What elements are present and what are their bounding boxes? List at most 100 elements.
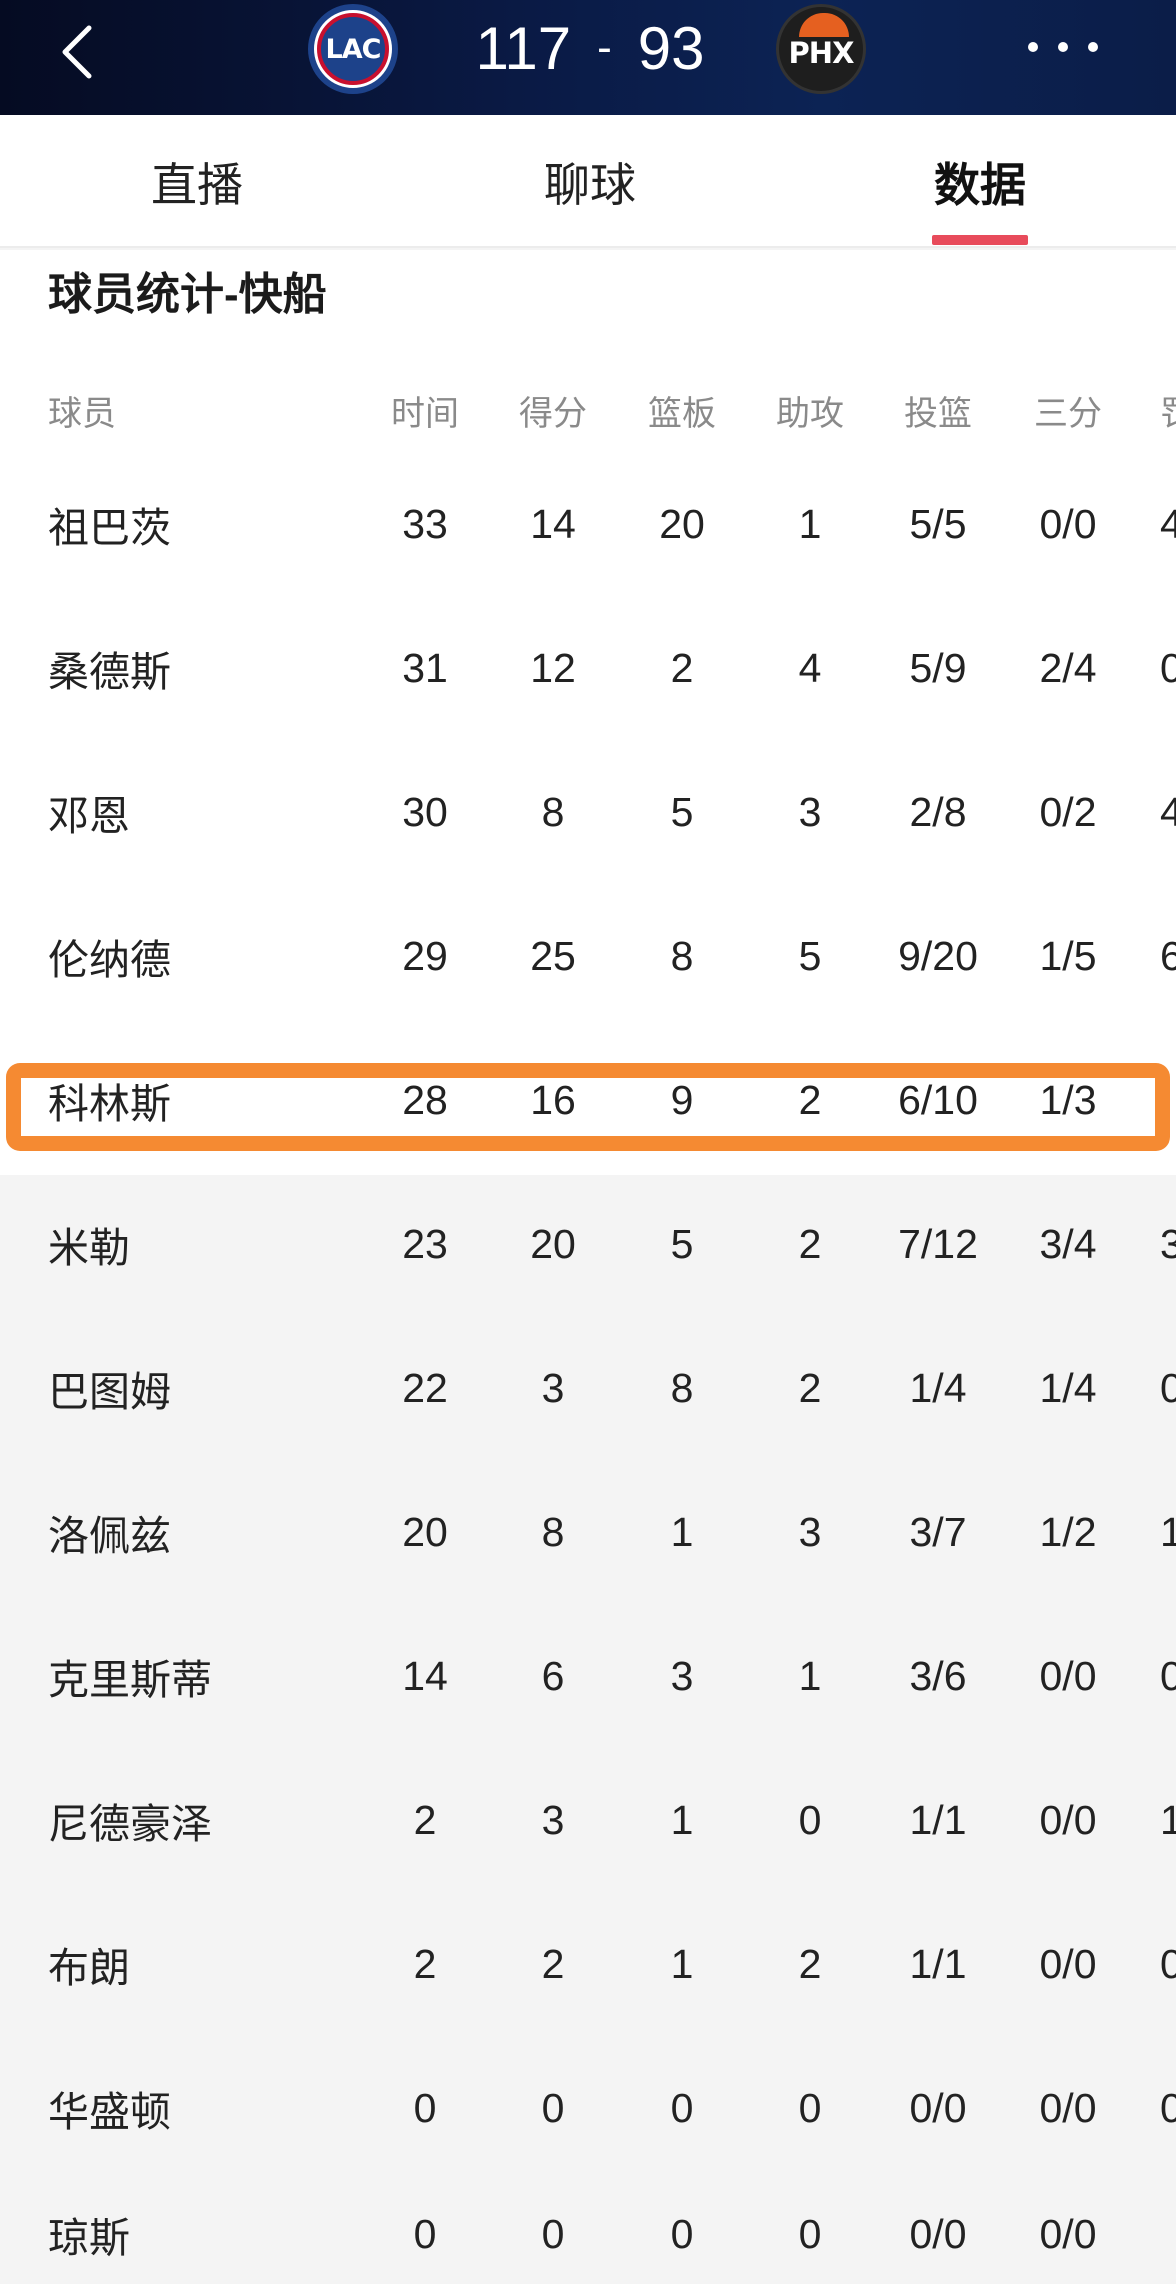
stat-points: 8: [541, 1508, 565, 1555]
player-name[interactable]: 巴图姆: [48, 1338, 171, 1438]
player-name[interactable]: 布朗: [48, 1914, 130, 2014]
player-name[interactable]: 尼德豪泽: [48, 1770, 212, 1870]
stat-three-pointers: 1/3: [1039, 1076, 1097, 1123]
stat-points: 25: [530, 932, 576, 979]
sun-icon: [799, 13, 849, 37]
player-name[interactable]: 邓恩: [48, 762, 130, 862]
stat-field-goals: 1/4: [909, 1364, 967, 1411]
more-button[interactable]: [1028, 32, 1098, 62]
table-row[interactable]: 克里斯蒂 14 6 3 1 3/6 0/0 0: [0, 1626, 1176, 1726]
column-header: 球员: [48, 394, 116, 433]
stat-rebounds: 1: [670, 1940, 694, 1987]
stat-points: 6: [541, 1652, 565, 1699]
player-name[interactable]: 祖巴茨: [48, 474, 171, 574]
stat-free-throws: 4: [1160, 788, 1176, 835]
stat-three-pointers: 2/4: [1039, 644, 1097, 691]
stat-field-goals: 9/20: [898, 932, 978, 979]
stat-three-pointers: 0/0: [1039, 1652, 1097, 1699]
stat-assists: 0: [798, 2210, 822, 2257]
stat-points: 12: [530, 644, 576, 691]
stat-three-pointers: 0/0: [1039, 500, 1097, 547]
stat-assists: 0: [798, 1796, 822, 1843]
stat-rebounds: 9: [670, 1076, 694, 1123]
stat-rebounds: 8: [670, 1364, 694, 1411]
stat-minutes: 29: [402, 932, 448, 979]
stat-minutes: 33: [402, 500, 448, 547]
stat-three-pointers: 1/2: [1039, 1508, 1097, 1555]
stat-points: 14: [530, 500, 576, 547]
stat-minutes: 2: [413, 1796, 437, 1843]
table-row[interactable]: 华盛顿 0 0 0 0 0/0 0/0 0: [0, 2058, 1176, 2158]
stat-minutes: 0: [413, 2084, 437, 2131]
stat-points: 16: [530, 1076, 576, 1123]
stat-minutes: 2: [413, 1940, 437, 1987]
stat-field-goals: 1/1: [909, 1796, 967, 1843]
stat-minutes: 22: [402, 1364, 448, 1411]
stat-three-pointers: 1/5: [1039, 932, 1097, 979]
table-row[interactable]: 洛佩兹 20 8 1 3 3/7 1/2 1: [0, 1482, 1176, 1582]
section-title: 球员统计-快船: [48, 270, 327, 319]
stat-points: 2: [541, 1940, 565, 1987]
stat-points: 20: [530, 1220, 576, 1267]
home-team-logo[interactable]: LAC: [308, 4, 398, 94]
player-name[interactable]: 桑德斯: [48, 618, 171, 718]
column-header[interactable]: 时间: [375, 360, 475, 460]
stat-points: 8: [541, 788, 565, 835]
column-header[interactable]: 罚: [1160, 360, 1176, 460]
column-header[interactable]: 得分: [503, 360, 603, 460]
column-header[interactable]: 三分: [1018, 360, 1118, 460]
table-row[interactable]: 尼德豪泽 2 3 1 0 1/1 0/0 1: [0, 1770, 1176, 1870]
player-name[interactable]: 伦纳德: [48, 906, 171, 1006]
table-row[interactable]: 邓恩 30 8 5 3 2/8 0/2 4: [0, 762, 1176, 862]
stat-rebounds: 0: [670, 2084, 694, 2131]
stat-minutes: 14: [402, 1652, 448, 1699]
stat-rebounds: 3: [670, 1652, 694, 1699]
stat-rebounds: 2: [670, 644, 694, 691]
player-name[interactable]: 米勒: [48, 1194, 130, 1294]
player-name[interactable]: 洛佩兹: [48, 1482, 171, 1582]
player-name[interactable]: 华盛顿: [48, 2058, 171, 2158]
stat-rebounds: 5: [670, 1220, 694, 1267]
stat-points: 3: [541, 1796, 565, 1843]
table-row-highlighted[interactable]: 科林斯 28 16 9 2 6/10 1/3: [0, 1050, 1176, 1150]
column-header[interactable]: 助攻: [760, 360, 860, 460]
tab-stats[interactable]: 数据: [900, 115, 1060, 248]
tab-live[interactable]: 直播: [117, 115, 277, 248]
stat-field-goals: 5/5: [909, 500, 967, 547]
table-row[interactable]: 巴图姆 22 3 8 2 1/4 1/4 0: [0, 1338, 1176, 1438]
stat-points: 0: [541, 2084, 565, 2131]
player-name[interactable]: 琼斯: [48, 2184, 130, 2284]
player-name[interactable]: 科林斯: [48, 1050, 171, 1150]
more-dots-icon: [1058, 42, 1068, 52]
stat-minutes: 28: [402, 1076, 448, 1123]
back-button[interactable]: [52, 22, 102, 82]
table-row[interactable]: 布朗 2 2 1 2 1/1 0/0 0: [0, 1914, 1176, 2014]
stat-three-pointers: 1/4: [1039, 1364, 1097, 1411]
column-header[interactable]: 投篮: [878, 360, 998, 460]
stat-assists: 2: [798, 1364, 822, 1411]
stat-points: 3: [541, 1364, 565, 1411]
table-row[interactable]: 米勒 23 20 5 2 7/12 3/4 3: [0, 1194, 1176, 1294]
stat-minutes: 0: [413, 2210, 437, 2257]
player-name[interactable]: 克里斯蒂: [48, 1626, 212, 1726]
tab-chat[interactable]: 聊球: [510, 115, 670, 248]
table-row[interactable]: 琼斯 0 0 0 0 0/0 0/0: [0, 2184, 1176, 2284]
stat-free-throws: 0: [1160, 2084, 1176, 2131]
column-header[interactable]: 篮板: [632, 360, 732, 460]
stat-assists: 3: [798, 1508, 822, 1555]
score-separator: -: [597, 23, 612, 72]
stat-rebounds: 8: [670, 932, 694, 979]
table-row[interactable]: 祖巴茨 33 14 20 1 5/5 0/0 4: [0, 474, 1176, 574]
stat-assists: 5: [798, 932, 822, 979]
more-dots-icon: [1088, 42, 1098, 52]
stat-assists: 0: [798, 2084, 822, 2131]
away-team-logo[interactable]: PHX: [776, 4, 866, 94]
stat-field-goals: 0/0: [909, 2210, 967, 2257]
stat-assists: 3: [798, 788, 822, 835]
stat-minutes: 30: [402, 788, 448, 835]
table-row[interactable]: 桑德斯 31 12 2 4 5/9 2/4 0: [0, 618, 1176, 718]
stat-field-goals: 3/6: [909, 1652, 967, 1699]
stat-three-pointers: 0/0: [1039, 1796, 1097, 1843]
stat-free-throws: 6: [1160, 932, 1176, 979]
table-row[interactable]: 伦纳德 29 25 8 5 9/20 1/5 6: [0, 906, 1176, 1006]
